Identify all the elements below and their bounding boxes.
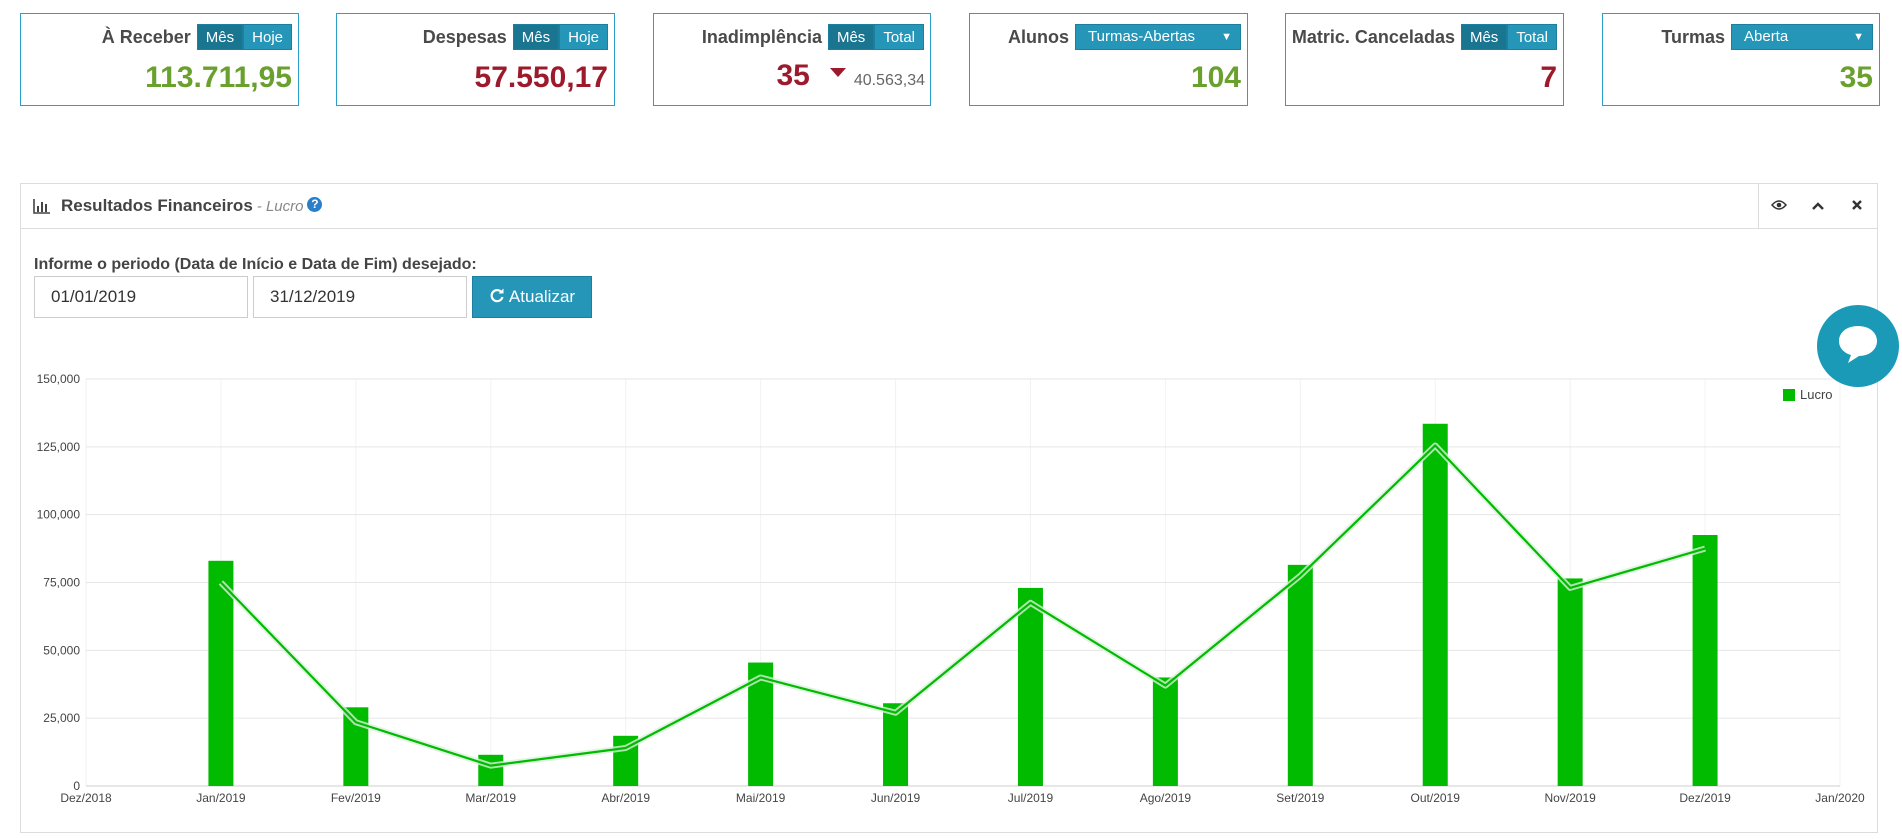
- card-canceladas-header: Matric. Canceladas Mês Total: [1292, 24, 1557, 50]
- profit-chart: 025,00050,00075,000100,000125,000150,000…: [37, 372, 1865, 805]
- x-tick-label: Set/2019: [1276, 791, 1324, 805]
- x-tick-label: Jan/2020: [1815, 791, 1865, 805]
- card-despesas-value: 57.550,17: [474, 61, 608, 94]
- x-tick-label: Jul/2019: [1008, 791, 1054, 805]
- x-tick-label: Mai/2019: [736, 791, 786, 805]
- x-tick-label: Fev/2019: [331, 791, 381, 805]
- series-line-shadow: [218, 442, 1706, 769]
- caret-down-icon: ▼: [1221, 31, 1232, 43]
- card-inadimplencia: Inadimplência Mês Total 35 40.563,34: [653, 13, 931, 106]
- x-tick-label: Out/2019: [1411, 791, 1461, 805]
- card-canceladas-label: Matric. Canceladas: [1291, 26, 1455, 47]
- despesas-period-toggle[interactable]: Mês Hoje: [512, 24, 608, 50]
- inadimplencia-total-button[interactable]: Total: [874, 24, 924, 50]
- bar: [1692, 535, 1718, 786]
- card-receber-label: À Receber: [101, 26, 191, 47]
- turmas-filter-select[interactable]: Aberta ▼: [1731, 24, 1873, 50]
- inadimplencia-mes-button[interactable]: Mês: [827, 24, 875, 50]
- despesas-mes-button[interactable]: Mês: [512, 24, 560, 50]
- alunos-filter-select[interactable]: Turmas-Abertas ▼: [1075, 24, 1241, 50]
- x-tick-label: Mar/2019: [465, 791, 516, 805]
- y-tick-label: 75,000: [43, 576, 80, 590]
- card-alunos-header: Alunos Turmas-Abertas ▼: [1008, 24, 1241, 50]
- x-tick-label: Ago/2019: [1140, 791, 1192, 805]
- card-receber-header: À Receber Mês Hoje: [102, 24, 292, 50]
- canceladas-mes-button[interactable]: Mês: [1460, 24, 1508, 50]
- inadimplencia-values: 35 40.563,34: [776, 59, 925, 93]
- card-inadimplencia-header: Inadimplência Mês Total: [702, 24, 924, 50]
- card-despesas-label: Despesas: [422, 26, 507, 47]
- legend-label: Lucro: [1800, 387, 1833, 402]
- card-alunos-label: Alunos: [1008, 26, 1069, 47]
- despesas-hoje-button[interactable]: Hoje: [559, 24, 608, 50]
- y-tick-label: 50,000: [43, 643, 80, 657]
- card-receber: À Receber Mês Hoje 113.711,95: [20, 13, 299, 106]
- card-inadimplencia-value: 35: [776, 59, 810, 92]
- bar: [1287, 564, 1313, 786]
- card-turmas-value: 35: [1839, 61, 1873, 94]
- receber-hoje-button[interactable]: Hoje: [243, 24, 292, 50]
- receber-mes-button[interactable]: Mês: [196, 24, 244, 50]
- bar: [1557, 578, 1583, 786]
- canceladas-total-button[interactable]: Total: [1507, 24, 1557, 50]
- card-inadimplencia-label: Inadimplência: [701, 26, 822, 47]
- y-tick-label: 100,000: [37, 508, 81, 522]
- y-tick-label: 25,000: [43, 711, 80, 725]
- card-alunos-value: 104: [1190, 61, 1241, 94]
- card-canceladas-value: 7: [1540, 61, 1557, 94]
- alunos-filter-value: Turmas-Abertas: [1088, 28, 1195, 45]
- x-tick-label: Nov/2019: [1544, 791, 1596, 805]
- card-alunos: Alunos Turmas-Abertas ▼ 104: [969, 13, 1248, 106]
- card-turmas-label: Turmas: [1661, 26, 1725, 47]
- card-turmas-header: Turmas Aberta ▼: [1661, 24, 1873, 50]
- legend-swatch: [1783, 389, 1795, 401]
- caret-down-icon: [829, 67, 846, 77]
- card-inadimplencia-amount: 40.563,34: [853, 72, 925, 89]
- caret-down-icon: ▼: [1853, 31, 1864, 43]
- financial-results-panel: Resultados Financeiros - Lucro? Informe o…: [20, 183, 1878, 833]
- bar: [1152, 677, 1178, 786]
- canceladas-period-toggle[interactable]: Mês Total: [1460, 24, 1557, 50]
- card-receber-value: 113.711,95: [145, 61, 292, 94]
- x-tick-label: Dez/2019: [1679, 791, 1731, 805]
- inadimplencia-period-toggle[interactable]: Mês Total: [827, 24, 924, 50]
- y-tick-label: 150,000: [37, 372, 81, 386]
- turmas-filter-value: Aberta: [1744, 28, 1789, 45]
- bar: [1017, 587, 1043, 786]
- x-tick-label: Abr/2019: [601, 791, 650, 805]
- x-tick-label: Dez/2018: [60, 791, 112, 805]
- chat-button[interactable]: [1817, 305, 1899, 387]
- x-tick-label: Jan/2019: [196, 791, 246, 805]
- chat-icon: [1835, 323, 1881, 370]
- card-canceladas: Matric. Canceladas Mês Total 7: [1285, 13, 1564, 106]
- bar: [478, 754, 504, 786]
- y-tick-label: 125,000: [37, 440, 81, 454]
- card-turmas: Turmas Aberta ▼ 35: [1602, 13, 1880, 106]
- card-despesas: Despesas Mês Hoje 57.550,17: [336, 13, 615, 106]
- card-despesas-header: Despesas Mês Hoje: [423, 24, 608, 50]
- receber-period-toggle[interactable]: Mês Hoje: [196, 24, 292, 50]
- x-tick-label: Jun/2019: [871, 791, 921, 805]
- bar: [1422, 423, 1448, 786]
